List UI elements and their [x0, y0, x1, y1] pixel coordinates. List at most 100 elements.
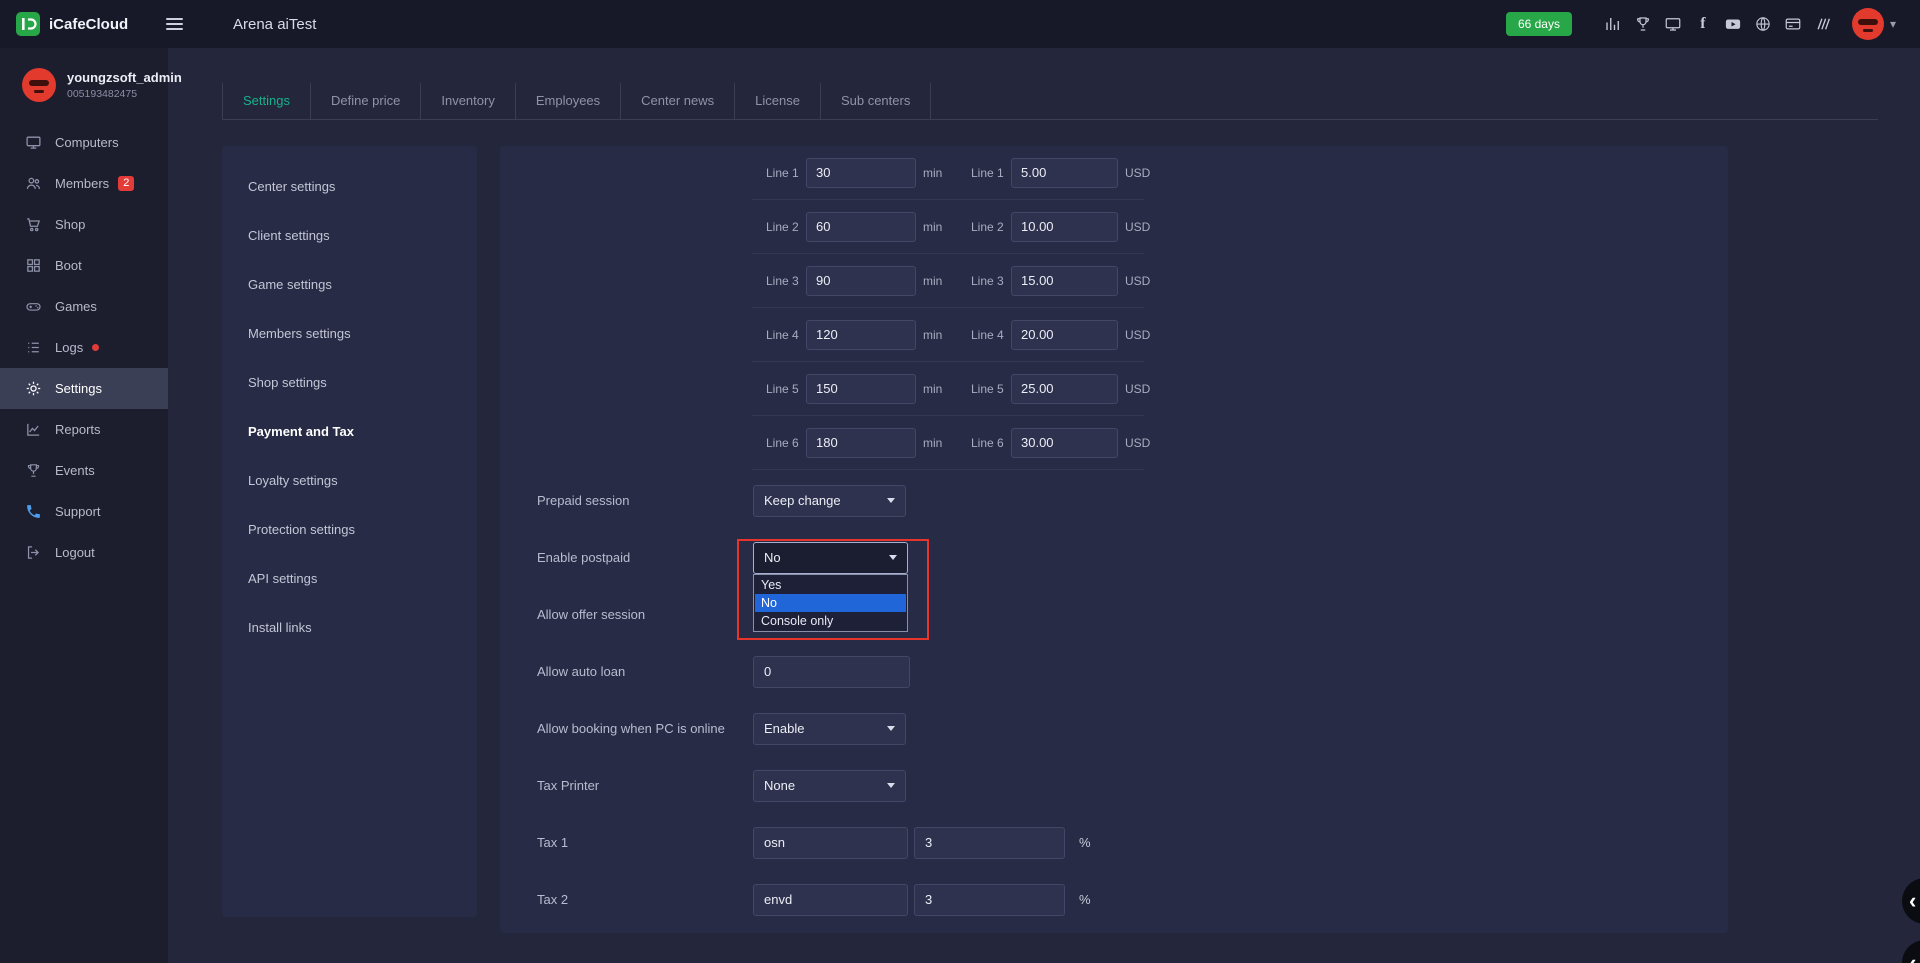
avatar-caret-down-icon[interactable]: ▾ — [1890, 17, 1896, 31]
tax2-rate-input[interactable] — [914, 884, 1065, 916]
prepaid-session-select[interactable]: Keep change — [753, 485, 906, 517]
sidebar-item-label: Events — [55, 463, 95, 478]
caret-down-icon — [887, 726, 895, 731]
settings-nav-client[interactable]: Client settings — [222, 211, 477, 260]
sidebar-item-shop[interactable]: Shop — [0, 204, 168, 245]
line1-price-input[interactable] — [1011, 158, 1118, 188]
tax1-rate-input[interactable] — [914, 827, 1065, 859]
line5-minutes-input[interactable] — [806, 374, 916, 404]
sidebar-item-games[interactable]: Games — [0, 286, 168, 327]
chevron-left-icon: ‹ — [1909, 950, 1916, 963]
sidebar-item-logout[interactable]: Logout — [0, 532, 168, 573]
sidebar-item-reports[interactable]: Reports — [0, 409, 168, 450]
settings-nav-loyalty[interactable]: Loyalty settings — [222, 456, 477, 505]
currency-unit: USD — [1125, 274, 1153, 288]
line4-minutes-input[interactable] — [806, 320, 916, 350]
caret-down-icon — [889, 555, 897, 560]
sidebar-user[interactable]: youngzsoft_admin 005193482475 — [0, 48, 168, 114]
globe-icon[interactable] — [1753, 14, 1773, 34]
settings-nav-protection[interactable]: Protection settings — [222, 505, 477, 554]
select-value: None — [764, 778, 795, 793]
line6-minutes-input[interactable] — [806, 428, 916, 458]
line2-price-input[interactable] — [1011, 212, 1118, 242]
dropdown-option-no[interactable]: No — [755, 594, 906, 612]
settings-nav-members[interactable]: Members settings — [222, 309, 477, 358]
tax-printer-row: Tax Printer None — [500, 757, 1728, 814]
line3-price-input[interactable] — [1011, 266, 1118, 296]
line-row-2: Line 2min Line 2USD — [752, 200, 1144, 254]
tax-printer-select[interactable]: None — [753, 770, 906, 802]
sidebar-item-computers[interactable]: Computers — [0, 122, 168, 163]
line6-price-input[interactable] — [1011, 428, 1118, 458]
sidebar-item-support[interactable]: Support — [0, 491, 168, 532]
field-label: Allow offer session — [537, 607, 753, 622]
line2-minutes-input[interactable] — [806, 212, 916, 242]
sidebar-item-settings[interactable]: Settings — [0, 368, 168, 409]
tab-license[interactable]: License — [735, 83, 821, 119]
billing-card-icon[interactable] — [1783, 14, 1803, 34]
trophy-icon[interactable] — [1633, 14, 1653, 34]
tab-sub-centers[interactable]: Sub centers — [821, 83, 931, 119]
field-label: Enable postpaid — [537, 550, 753, 565]
user-avatar[interactable] — [1852, 8, 1884, 40]
main-content: Settings Define price Inventory Employee… — [168, 48, 1920, 963]
allow-auto-loan-input[interactable] — [753, 656, 910, 688]
tab-settings[interactable]: Settings — [222, 83, 311, 119]
tab-employees[interactable]: Employees — [516, 83, 621, 119]
boot-icon — [25, 257, 42, 274]
currency-unit: USD — [1125, 166, 1153, 180]
license-days-badge[interactable]: 66 days — [1506, 12, 1572, 36]
enable-postpaid-select[interactable]: No — [753, 542, 908, 574]
line5-price-input[interactable] — [1011, 374, 1118, 404]
stats-icon[interactable] — [1603, 14, 1623, 34]
allow-offer-session-row: Allow offer session — [500, 586, 1728, 643]
sidebar-item-logs[interactable]: Logs — [0, 327, 168, 368]
tab-define-price[interactable]: Define price — [311, 83, 421, 119]
settings-nav-center[interactable]: Center settings — [222, 162, 477, 211]
settings-nav-game[interactable]: Game settings — [222, 260, 477, 309]
settings-nav-api[interactable]: API settings — [222, 554, 477, 603]
enable-postpaid-dropdown: Yes No Console only — [753, 574, 908, 632]
line-label: Line 3 — [971, 274, 1011, 288]
dropdown-option-console-only[interactable]: Console only — [755, 612, 906, 630]
sidebar-item-label: Members — [55, 176, 109, 191]
community-icon[interactable] — [1813, 14, 1833, 34]
caret-down-icon — [887, 498, 895, 503]
sidebar-item-events[interactable]: Events — [0, 450, 168, 491]
dropdown-option-yes[interactable]: Yes — [755, 576, 906, 594]
settings-gear-icon — [25, 380, 42, 397]
line1-minutes-input[interactable] — [806, 158, 916, 188]
line3-minutes-input[interactable] — [806, 266, 916, 296]
line-row-5: Line 5min Line 5USD — [752, 362, 1144, 416]
display-icon[interactable] — [1663, 14, 1683, 34]
percent-unit: % — [1079, 892, 1091, 907]
sidebar-item-members[interactable]: Members 2 — [0, 163, 168, 204]
tab-center-news[interactable]: Center news — [621, 83, 735, 119]
allow-booking-select[interactable]: Enable — [753, 713, 906, 745]
support-phone-icon — [25, 503, 42, 520]
line-label: Line 6 — [971, 436, 1011, 450]
settings-nav-card: Center settings Client settings Game set… — [222, 146, 477, 917]
line4-price-input[interactable] — [1011, 320, 1118, 350]
settings-nav-payment-tax[interactable]: Payment and Tax — [222, 407, 477, 456]
youtube-icon[interactable] — [1723, 14, 1743, 34]
tax2-name-input[interactable] — [753, 884, 908, 916]
sidebar-item-boot[interactable]: Boot — [0, 245, 168, 286]
sidebar-menu: Computers Members 2 Shop Boot Games Logs… — [0, 122, 168, 573]
settings-nav-shop[interactable]: Shop settings — [222, 358, 477, 407]
brand-logo[interactable]: iCafeCloud — [0, 12, 140, 36]
minutes-unit: min — [923, 328, 951, 342]
events-trophy-icon — [25, 462, 42, 479]
computers-icon — [25, 134, 42, 151]
tab-inventory[interactable]: Inventory — [421, 83, 515, 119]
settings-nav-install-links[interactable]: Install links — [222, 603, 477, 652]
sidebar-item-label: Games — [55, 299, 97, 314]
facebook-icon[interactable]: f — [1693, 14, 1713, 34]
currency-unit: USD — [1125, 382, 1153, 396]
line-row-1: Line 1min Line 1USD — [752, 146, 1144, 200]
tax1-name-input[interactable] — [753, 827, 908, 859]
line-label: Line 1 — [971, 166, 1011, 180]
sidebar-item-label: Logs — [55, 340, 83, 355]
topbar: iCafeCloud Arena aiTest 66 days f ▾ — [0, 0, 1920, 48]
hamburger-menu-icon[interactable] — [162, 14, 187, 34]
